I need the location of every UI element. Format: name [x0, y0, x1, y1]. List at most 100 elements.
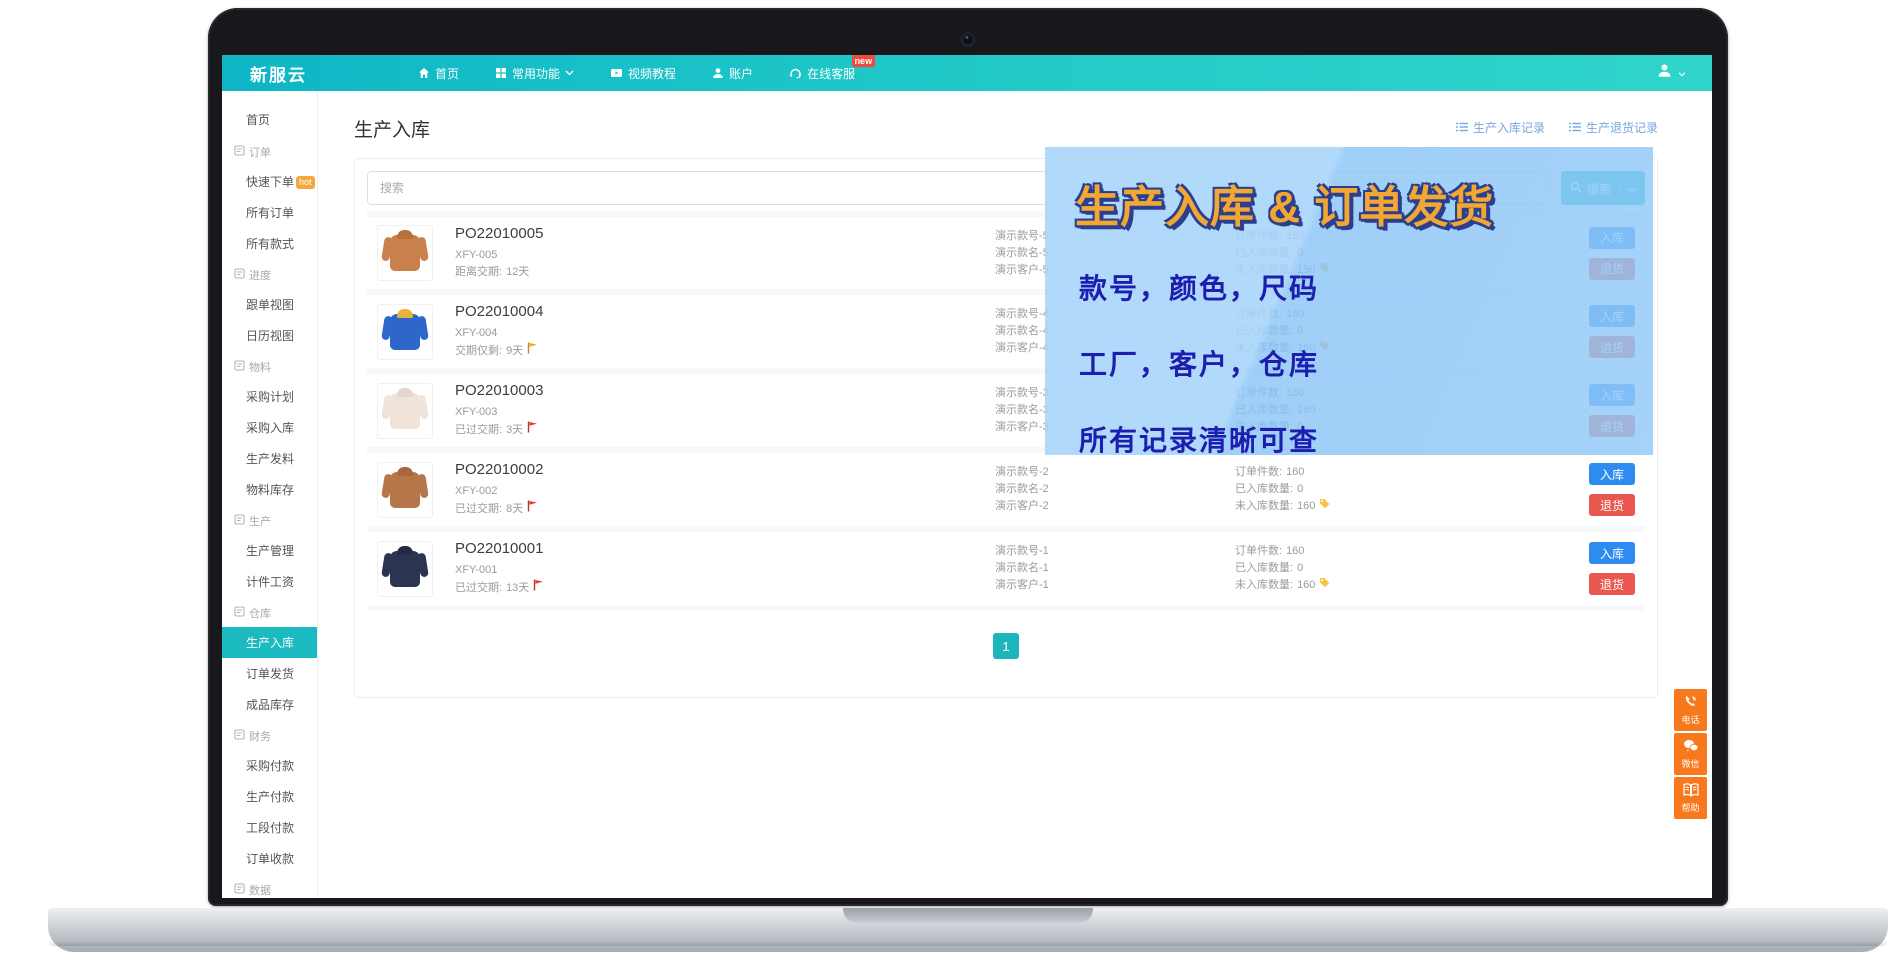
sidebar-item[interactable]: 物料库存 — [222, 474, 317, 505]
hot-badge: hot — [296, 176, 315, 189]
style-code: XFY-005 — [455, 249, 498, 261]
style-code: XFY-001 — [455, 564, 498, 576]
sidebar-item-active[interactable]: 生产入库 — [222, 627, 317, 658]
list-icon — [1568, 121, 1581, 135]
promo-overlay: 生产入库 & 订单发货 款号，颜色，尺码 工厂，客户，仓库 所有记录清晰可查 — [1045, 147, 1653, 456]
nav-menu: 首页 常用功能 视频教程 账户 在线客服 new — [418, 55, 876, 82]
sidebar-item[interactable]: 所有订单 — [222, 197, 317, 228]
order-qty: 订单件数:160 — [1235, 545, 1305, 557]
promo-line: 所有记录清晰可查 — [1079, 425, 1320, 456]
sidebar-item[interactable]: 所有款式 — [222, 228, 317, 259]
laptop-mockup: 新服云 首页 常用功能 视频教程 账户 在线客服 new 首页 订单 快速下单 … — [0, 0, 1904, 969]
sidebar-item[interactable]: 生产付款 — [222, 781, 317, 812]
sidebar-sections: 订单 快速下单 hot 所有订单 所有款式 进度 跟单视图 日历视图 物料 采购计… — [222, 136, 317, 898]
wechat-icon — [1683, 739, 1699, 755]
sidebar-item[interactable]: 生产管理 — [222, 535, 317, 566]
record-links: 生产入库记录 生产退货记录 — [1455, 119, 1658, 136]
sidebar: 首页 订单 快速下单hot 所有订单 所有款式 进度 跟单视图 日历视图 物料 — [222, 91, 318, 898]
sidebar-section-label: 订单 — [249, 147, 271, 159]
order-qty: 订单件数:160 — [1235, 466, 1305, 478]
flag-icon — [533, 579, 544, 597]
nav-item-video-tutorials[interactable]: 视频教程 — [610, 65, 676, 82]
style-code: XFY-004 — [455, 327, 498, 339]
sidebar-item[interactable]: 订单发货 — [222, 658, 317, 689]
table-icon — [234, 883, 245, 897]
po-number: PO22010003 — [455, 382, 544, 399]
pagination: 1 — [367, 605, 1645, 685]
order-row: PO22010001 XFY-001 已过交期: 13天 演示款号-1 演示款名-… — [367, 526, 1645, 605]
demo-customer: 演示客户-2 — [995, 500, 1049, 512]
top-nav: 新服云 首页 常用功能 视频教程 账户 在线客服 new — [222, 55, 1712, 91]
nav-item-account[interactable]: 账户 — [712, 65, 753, 82]
style-code: XFY-003 — [455, 406, 498, 418]
inbound-button[interactable]: 入库 — [1589, 463, 1635, 485]
po-number: PO22010001 — [455, 540, 544, 557]
sidebar-item[interactable]: 采购付款 — [222, 750, 317, 781]
brand-logo[interactable]: 新服云 — [250, 61, 370, 86]
sidebar-item[interactable]: 生产发料 — [222, 443, 317, 474]
user-avatar-icon — [1657, 63, 1672, 83]
inbound-records-link[interactable]: 生产入库记录 — [1455, 119, 1545, 136]
page-number[interactable]: 1 — [993, 633, 1019, 659]
return-button[interactable]: 退货 — [1589, 573, 1635, 595]
return-records-link[interactable]: 生产退货记录 — [1568, 119, 1658, 136]
sidebar-item[interactable]: 计件工资 — [222, 566, 317, 597]
sidebar-item[interactable]: 采购入库 — [222, 412, 317, 443]
delivery-status: 距离交期: 12天 — [455, 266, 530, 278]
new-badge: new — [851, 55, 876, 67]
po-number: PO22010002 — [455, 461, 544, 478]
sidebar-item[interactable]: 采购计划 — [222, 381, 317, 412]
inbound-button[interactable]: 入库 — [1589, 542, 1635, 564]
sidebar-section-label: 财务 — [249, 731, 271, 743]
grid-icon — [495, 67, 507, 79]
truck-icon — [234, 360, 245, 374]
product-image — [377, 461, 433, 518]
sidebar-section-label: 生产 — [249, 516, 271, 528]
phone-icon — [1683, 694, 1698, 711]
demo-style-name: 演示款名-1 — [995, 562, 1049, 574]
chevron-down-icon — [565, 70, 574, 76]
promo-title: 生产入库 & 订单发货 — [1075, 183, 1495, 232]
chevron-down-icon — [1678, 64, 1686, 82]
edit-icon — [234, 145, 245, 159]
phone-contact-button[interactable]: 电话 — [1674, 689, 1707, 731]
return-button[interactable]: 退货 — [1589, 494, 1635, 516]
demo-style-no: 演示款号-2 — [995, 466, 1049, 478]
sidebar-item-home[interactable]: 首页 — [222, 103, 317, 136]
nav-item-common-functions[interactable]: 常用功能 — [495, 65, 574, 82]
home-icon — [418, 67, 430, 79]
nav-item-home[interactable]: 首页 — [418, 65, 459, 82]
list-icon — [1455, 121, 1468, 135]
garment-illustration — [390, 387, 420, 429]
app-screen: 新服云 首页 常用功能 视频教程 账户 在线客服 new 首页 订单 快速下单 … — [222, 55, 1712, 898]
floating-contact: 电话 微信 帮助 — [1674, 689, 1707, 819]
garment-illustration — [390, 545, 420, 587]
sidebar-item[interactable]: 日历视图 — [222, 320, 317, 351]
sidebar-section-label: 数据 — [249, 885, 271, 897]
book-icon — [1682, 782, 1699, 799]
garment-illustration — [390, 230, 420, 271]
sidebar-item[interactable]: 工段付款 — [222, 812, 317, 843]
sidebar-item[interactable]: 订单收款 — [222, 843, 317, 874]
wechat-contact-button[interactable]: 微信 — [1674, 733, 1707, 775]
laptop-base — [48, 908, 1888, 952]
user-menu[interactable] — [1657, 63, 1686, 83]
garment-illustration — [390, 308, 420, 350]
sidebar-item[interactable]: 成品库存 — [222, 689, 317, 720]
pending-qty: 未入库数量:160 — [1235, 577, 1505, 594]
sidebar-item[interactable]: 跟单视图 — [222, 289, 317, 320]
help-contact-button[interactable]: 帮助 — [1674, 777, 1707, 819]
flag-icon — [527, 342, 538, 360]
tag-icon — [1319, 577, 1330, 594]
style-code: XFY-002 — [455, 485, 498, 497]
sidebar-item[interactable]: 快速下单 hot — [222, 166, 317, 197]
product-image — [377, 540, 433, 597]
headset-icon — [789, 67, 802, 79]
nav-item-online-service[interactable]: 在线客服 new — [789, 55, 876, 82]
webcam-dot — [962, 34, 974, 45]
sidebar-section: 进度 跟单视图 日历视图 — [222, 259, 317, 351]
user-icon — [712, 67, 724, 79]
po-number: PO22010004 — [455, 303, 544, 320]
promo-line: 工厂，客户，仓库 — [1079, 349, 1320, 380]
demo-style-no: 演示款号-1 — [995, 545, 1049, 557]
